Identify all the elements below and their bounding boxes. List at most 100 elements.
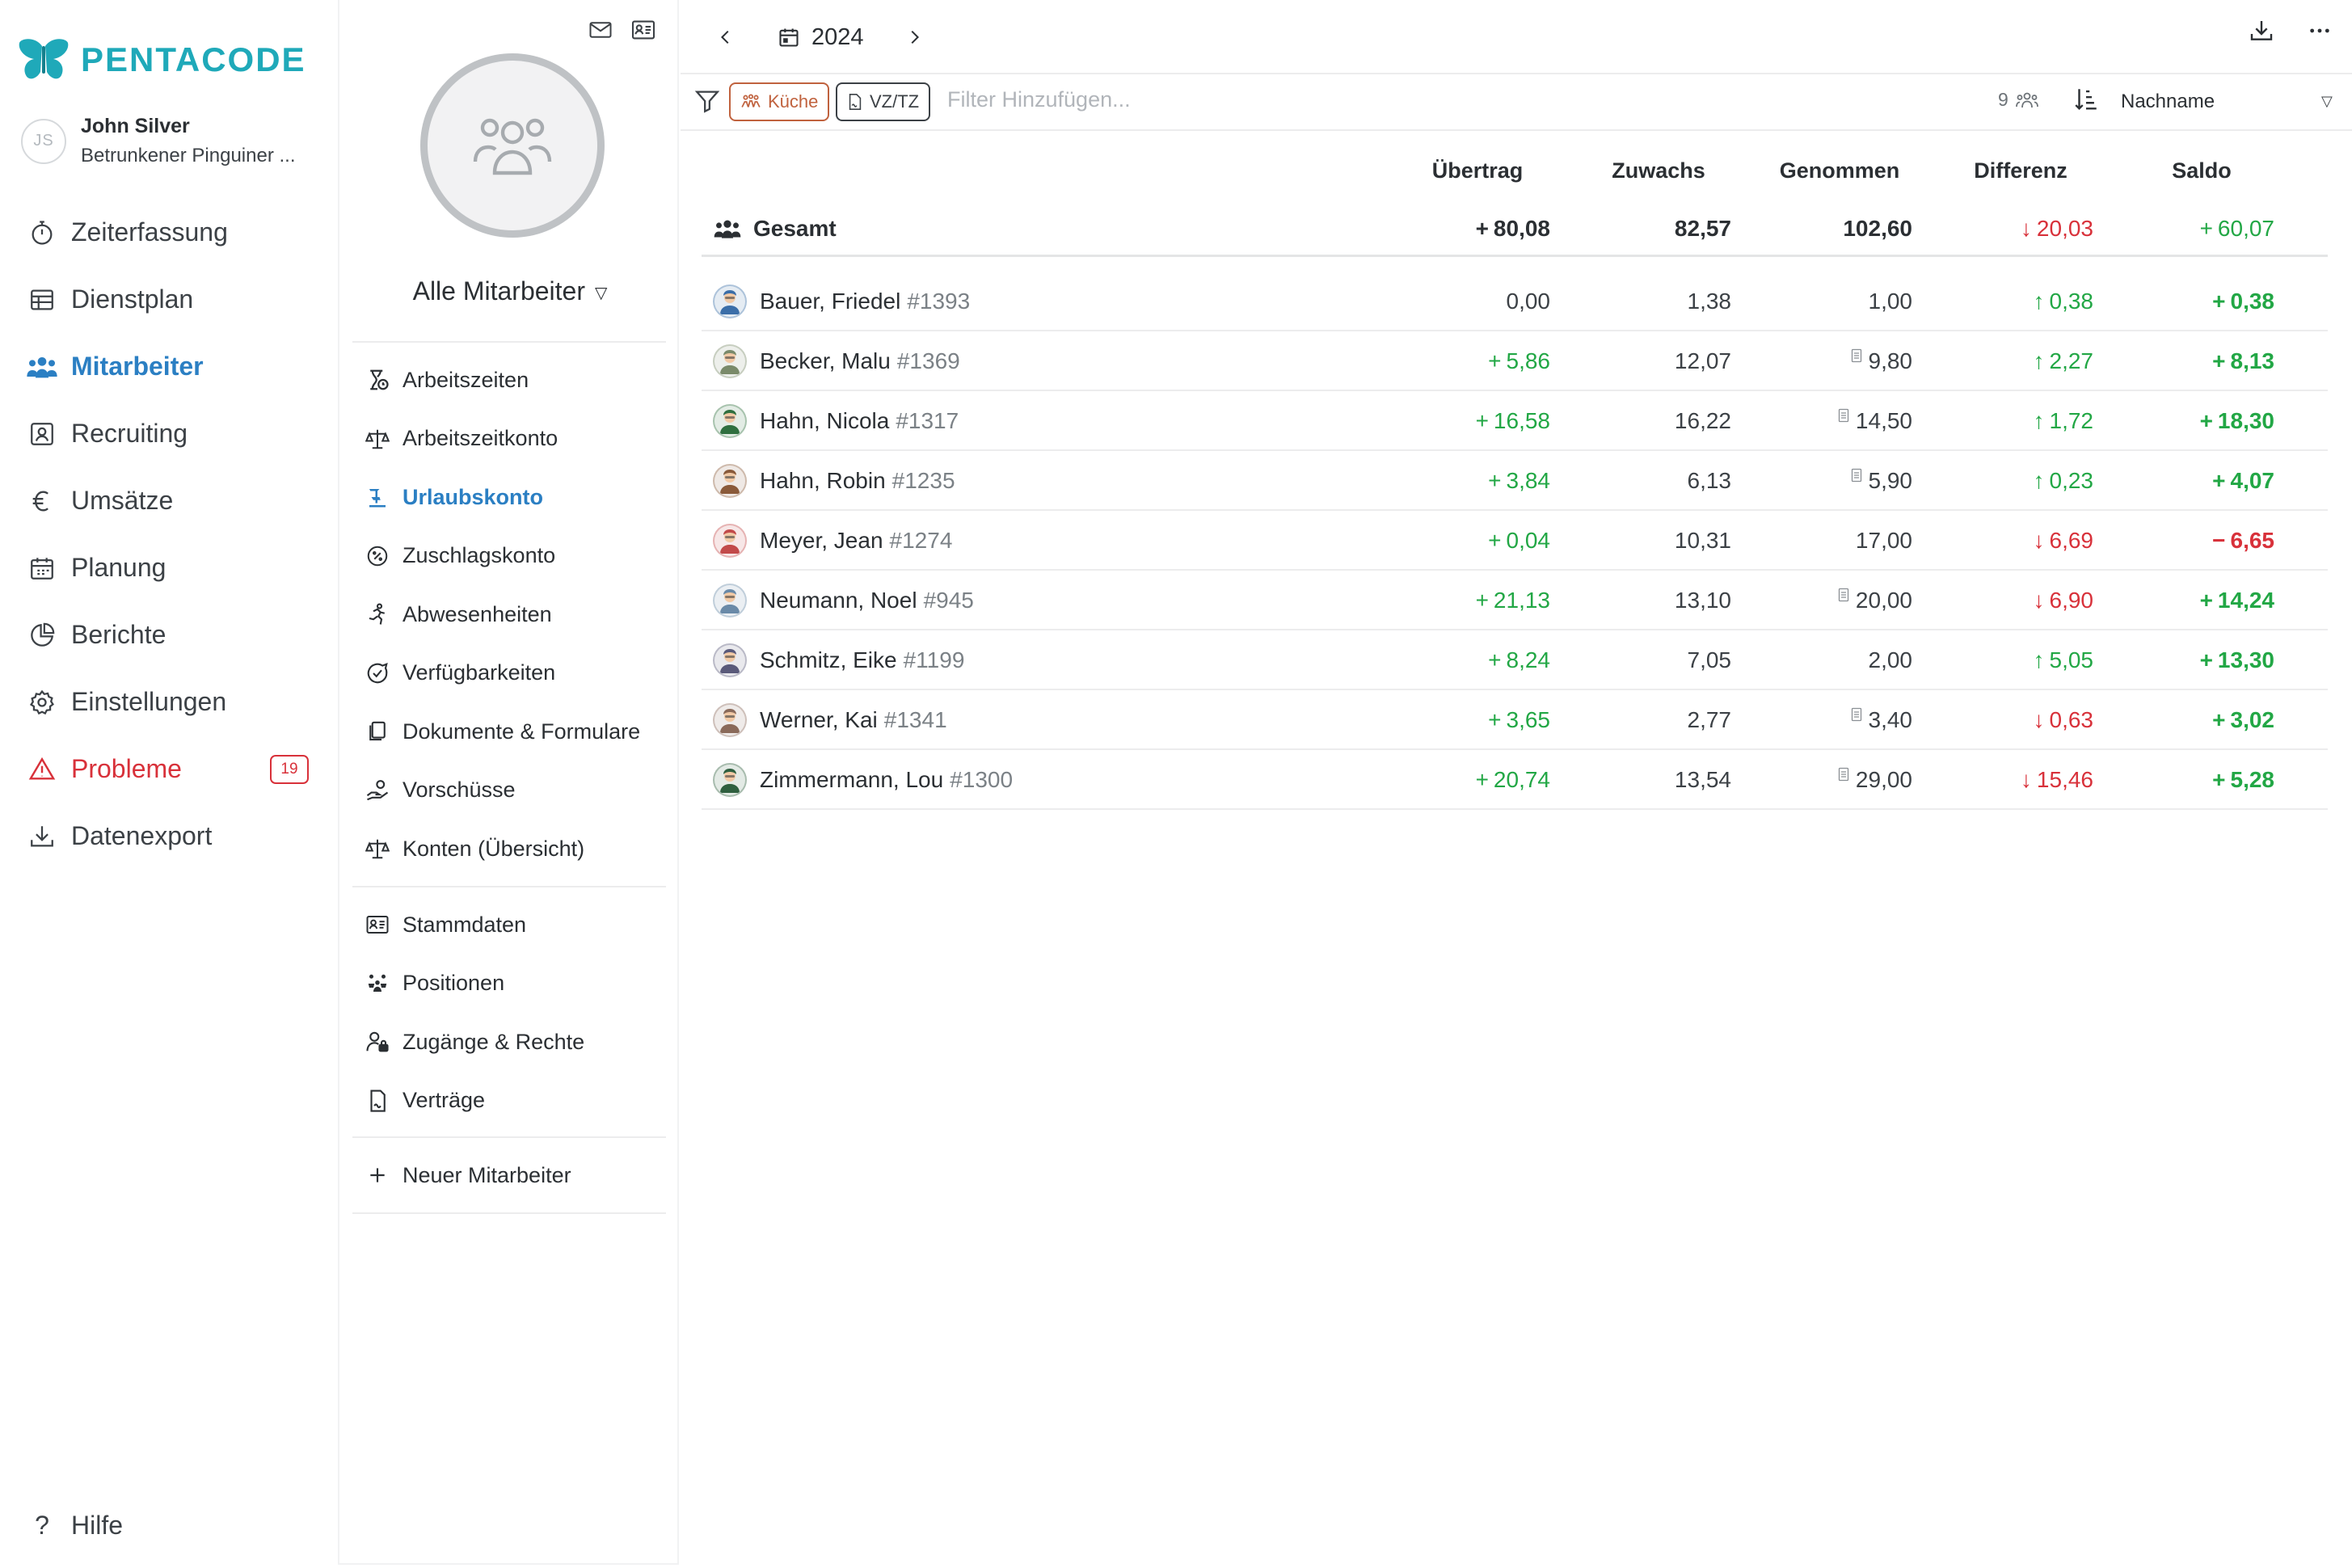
nav-item-berichte[interactable]: Berichte: [26, 601, 317, 668]
employee-name-cell[interactable]: Meyer, Jean #1274: [713, 511, 952, 571]
user-profile[interactable]: JS John Silver Betrunkener Pinguiner ...: [21, 115, 296, 167]
brand-logo[interactable]: PENTACODE: [18, 36, 306, 84]
documents-icon: [364, 718, 391, 745]
sort-control[interactable]: Nachname ▽: [2072, 86, 2333, 117]
employee-name-cell[interactable]: Becker, Malu #1369: [713, 331, 960, 391]
nav-item-zeiterfassung[interactable]: Zeiterfassung: [26, 199, 317, 266]
menu-dokumente[interactable]: Dokumente & Formulare: [364, 702, 671, 761]
menu-label: Verfügbarkeiten: [403, 660, 556, 685]
menu-vorschuesse[interactable]: Vorschüsse: [364, 761, 671, 820]
nav-item-recruiting[interactable]: Recruiting: [26, 400, 317, 467]
cell-genommen: 5,90: [1751, 451, 1912, 511]
running-icon: [364, 601, 391, 628]
nav-label: Berichte: [71, 620, 166, 649]
nav-item-mitarbeiter[interactable]: Mitarbeiter: [26, 333, 317, 400]
menu-verfuegbarkeiten[interactable]: Verfügbarkeiten: [364, 644, 671, 703]
document-icon[interactable]: [1851, 348, 1862, 363]
menu-arbeitszeitkonto[interactable]: Arbeitszeitkonto: [364, 410, 671, 469]
menu-abwesenheiten[interactable]: Abwesenheiten: [364, 585, 671, 644]
table-row[interactable]: Schmitz, Eike #1199 +8,24 7,05 2,00 ↑ 5,05 +13,…: [702, 630, 2328, 690]
table-row[interactable]: Meyer, Jean #1274 +0,04 10,31 17,00 ↓ 6,69 −6,6…: [702, 511, 2328, 571]
header-uebertrag[interactable]: Übertrag: [1389, 158, 1566, 183]
plus-icon: [364, 1161, 391, 1189]
new-employee-button[interactable]: Neuer Mitarbeiter: [364, 1146, 671, 1205]
menu-label: Abwesenheiten: [403, 601, 552, 626]
menu-arbeitszeiten[interactable]: Arbeitszeiten: [364, 351, 671, 410]
table-row[interactable]: Hahn, Nicola #1317 +16,58 16,22 14,50 ↑ 1,72 +1…: [702, 391, 2328, 451]
table-row[interactable]: Bauer, Friedel #1393 0,00 1,38 1,00 ↑ 0,38 +0,3…: [702, 272, 2328, 331]
employee-name-cell[interactable]: Neumann, Noel #945: [713, 571, 974, 630]
more-options-icon[interactable]: [2307, 18, 2333, 48]
document-icon[interactable]: [1851, 468, 1862, 483]
help-label: Hilfe: [71, 1510, 124, 1540]
menu-urlaubskonto[interactable]: Urlaubskonto: [364, 468, 671, 527]
group-avatar[interactable]: [420, 53, 605, 238]
contact-card-icon[interactable]: [630, 19, 656, 44]
arrow-up-icon: ↑: [2033, 408, 2045, 433]
menu-positionen[interactable]: Positionen: [364, 955, 671, 1014]
nav-item-umsaetze[interactable]: Umsätze: [26, 467, 317, 534]
main-nav: Zeiterfassung Dienstplan Mitarbeiter Rec…: [26, 199, 317, 870]
menu-zuschlagskonto[interactable]: Zuschlagskonto: [364, 527, 671, 586]
filter-chip-kueche[interactable]: Küche: [729, 82, 830, 121]
filter-chip-label: VZ/TZ: [870, 91, 920, 112]
contract-icon: [364, 1087, 391, 1115]
help-link[interactable]: ? Hilfe: [26, 1505, 123, 1545]
avatar: [713, 344, 747, 378]
nav-item-planung[interactable]: Planung: [26, 534, 317, 601]
nav-item-datenexport[interactable]: Datenexport: [26, 803, 317, 870]
download-icon[interactable]: [2249, 18, 2274, 48]
employee-name-cell[interactable]: Werner, Kai #1341: [713, 690, 947, 750]
document-icon[interactable]: [1838, 408, 1849, 423]
avatar: [713, 643, 747, 677]
cell-zuwachs: 12,07: [1674, 348, 1731, 373]
divider: [352, 886, 666, 887]
table-row[interactable]: Becker, Malu #1369 +5,86 12,07 9,80 ↑ 2,27 +8,1…: [702, 331, 2328, 391]
header-zuwachs[interactable]: Zuwachs: [1570, 158, 1747, 183]
cell-differenz: ↑ 1,72: [2033, 408, 2094, 433]
chevron-right-icon[interactable]: [900, 23, 929, 52]
employee-number: #1300: [950, 767, 1014, 792]
menu-label: Zuschlagskonto: [403, 543, 556, 568]
employee-name-cell[interactable]: Zimmermann, Lou #1300: [713, 750, 1013, 810]
filter-bar: Küche VZ/TZ Filter Hinzufügen... 9 Nachn…: [681, 74, 2352, 131]
group-selector[interactable]: Alle Mitarbeiter ▽: [339, 276, 681, 306]
header-genommen[interactable]: Genommen: [1751, 158, 1928, 183]
table-row[interactable]: Hahn, Robin #1235 +3,84 6,13 5,90 ↑ 0,23 +4,07: [702, 451, 2328, 511]
employee-name-cell[interactable]: Schmitz, Eike #1199: [713, 630, 964, 690]
filter-chip-label: Küche: [768, 91, 819, 112]
employee-name-cell[interactable]: Bauer, Friedel #1393: [713, 272, 970, 331]
filter-chip-vztz[interactable]: VZ/TZ: [836, 82, 931, 121]
document-icon[interactable]: [1851, 707, 1862, 722]
employee-name: Becker, Malu: [760, 348, 891, 373]
table-row[interactable]: Neumann, Noel #945 +21,13 13,10 20,00 ↓ 6,90 +1…: [702, 571, 2328, 630]
employee-rows: Bauer, Friedel #1393 0,00 1,38 1,00 ↑ 0,38 +0,3…: [702, 272, 2328, 810]
table-row[interactable]: Werner, Kai #1341 +3,65 2,77 3,40 ↓ 0,63 +3,02: [702, 690, 2328, 750]
employee-count: 9: [1998, 89, 2039, 111]
download-icon: [26, 820, 58, 853]
filter-add-input[interactable]: Filter Hinzufügen...: [947, 87, 1131, 112]
filter-icon[interactable]: [693, 87, 721, 119]
calendar-icon: [774, 23, 803, 52]
nav-item-einstellungen[interactable]: Einstellungen: [26, 668, 317, 736]
employee-name-cell[interactable]: Hahn, Robin #1235: [713, 451, 955, 511]
header-differenz[interactable]: Differenz: [1932, 158, 2110, 183]
document-icon[interactable]: [1838, 588, 1849, 602]
table-row[interactable]: Zimmermann, Lou #1300 +20,74 13,54 29,00 ↓ 15,…: [702, 750, 2328, 810]
menu-konten-uebersicht[interactable]: Konten (Übersicht): [364, 820, 671, 879]
chevron-left-icon[interactable]: [711, 23, 740, 52]
header-saldo[interactable]: Saldo: [2113, 158, 2291, 183]
nav-item-dienstplan[interactable]: Dienstplan: [26, 266, 317, 333]
employee-name-cell[interactable]: Hahn, Nicola #1317: [713, 391, 959, 451]
menu-stammdaten[interactable]: Stammdaten: [364, 896, 671, 955]
cell-genommen: 9,80: [1751, 331, 1912, 391]
cell-genommen: 2,00: [1868, 647, 1913, 672]
nav-label: Probleme: [71, 754, 182, 783]
menu-zugaenge-rechte[interactable]: Zugänge & Rechte: [364, 1013, 671, 1072]
year-label[interactable]: 2024: [811, 24, 864, 51]
mail-icon[interactable]: [588, 19, 613, 44]
employee-number: #1393: [907, 289, 971, 314]
nav-item-probleme[interactable]: Probleme 19: [26, 736, 317, 803]
document-icon[interactable]: [1838, 767, 1849, 782]
menu-vertraege[interactable]: Verträge: [364, 1072, 671, 1131]
